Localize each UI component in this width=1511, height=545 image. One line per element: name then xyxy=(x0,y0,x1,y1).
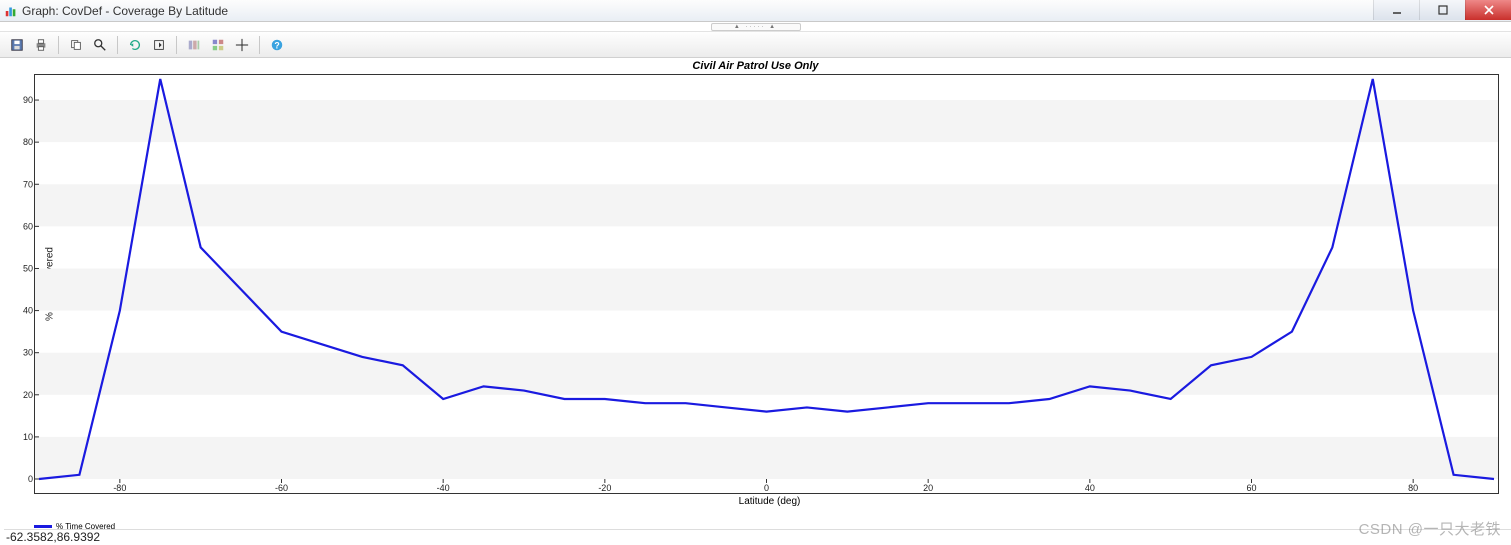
help-button[interactable]: ? xyxy=(266,34,288,56)
legend-swatch xyxy=(34,525,52,528)
svg-text:90: 90 xyxy=(23,95,33,105)
svg-text:10: 10 xyxy=(23,432,33,442)
export-button[interactable] xyxy=(148,34,170,56)
zoom-button[interactable] xyxy=(89,34,111,56)
chart-panel: Civil Air Patrol Use Only % Time Covered… xyxy=(6,58,1505,515)
copy-button[interactable] xyxy=(65,34,87,56)
svg-text:80: 80 xyxy=(23,137,33,147)
plot-area[interactable]: % Time Covered 0102030405060708090-80-60… xyxy=(34,74,1499,494)
x-axis-label: Latitude (deg) xyxy=(34,494,1505,507)
svg-text:50: 50 xyxy=(23,263,33,273)
minimize-button[interactable] xyxy=(1373,0,1419,20)
svg-text:80: 80 xyxy=(1408,483,1418,493)
maximize-button[interactable] xyxy=(1419,0,1465,20)
cursor-coordinates: -62.3582,86.9392 xyxy=(6,530,100,544)
svg-text:60: 60 xyxy=(23,221,33,231)
svg-text:?: ? xyxy=(274,40,279,50)
svg-text:-60: -60 xyxy=(275,483,288,493)
status-bar: -62.3582,86.9392 xyxy=(4,529,1511,545)
svg-text:-40: -40 xyxy=(437,483,450,493)
line-chart-svg: 0102030405060708090-80-60-40-20020406080 xyxy=(35,75,1498,493)
refresh-button[interactable] xyxy=(124,34,146,56)
grid-button[interactable] xyxy=(207,34,229,56)
options-button[interactable] xyxy=(183,34,205,56)
svg-text:30: 30 xyxy=(23,348,33,358)
svg-text:40: 40 xyxy=(23,306,33,316)
crosshair-button[interactable] xyxy=(231,34,253,56)
close-button[interactable] xyxy=(1465,0,1511,20)
svg-text:20: 20 xyxy=(23,390,33,400)
svg-text:70: 70 xyxy=(23,179,33,189)
app-icon xyxy=(4,4,18,18)
svg-text:20: 20 xyxy=(923,483,933,493)
print-button[interactable] xyxy=(30,34,52,56)
svg-text:0: 0 xyxy=(28,474,33,484)
toolbar: ? xyxy=(0,32,1511,58)
dock-handle[interactable]: ▲ ····· ▲ xyxy=(0,22,1511,32)
svg-text:60: 60 xyxy=(1246,483,1256,493)
window-title: Graph: CovDef - Coverage By Latitude xyxy=(22,4,228,18)
svg-text:-20: -20 xyxy=(598,483,611,493)
save-button[interactable] xyxy=(6,34,28,56)
window-titlebar: Graph: CovDef - Coverage By Latitude xyxy=(0,0,1511,22)
svg-text:-80: -80 xyxy=(113,483,126,493)
chart-title: Civil Air Patrol Use Only xyxy=(6,58,1505,74)
svg-text:0: 0 xyxy=(764,483,769,493)
svg-text:40: 40 xyxy=(1085,483,1095,493)
window-controls xyxy=(1373,0,1511,20)
